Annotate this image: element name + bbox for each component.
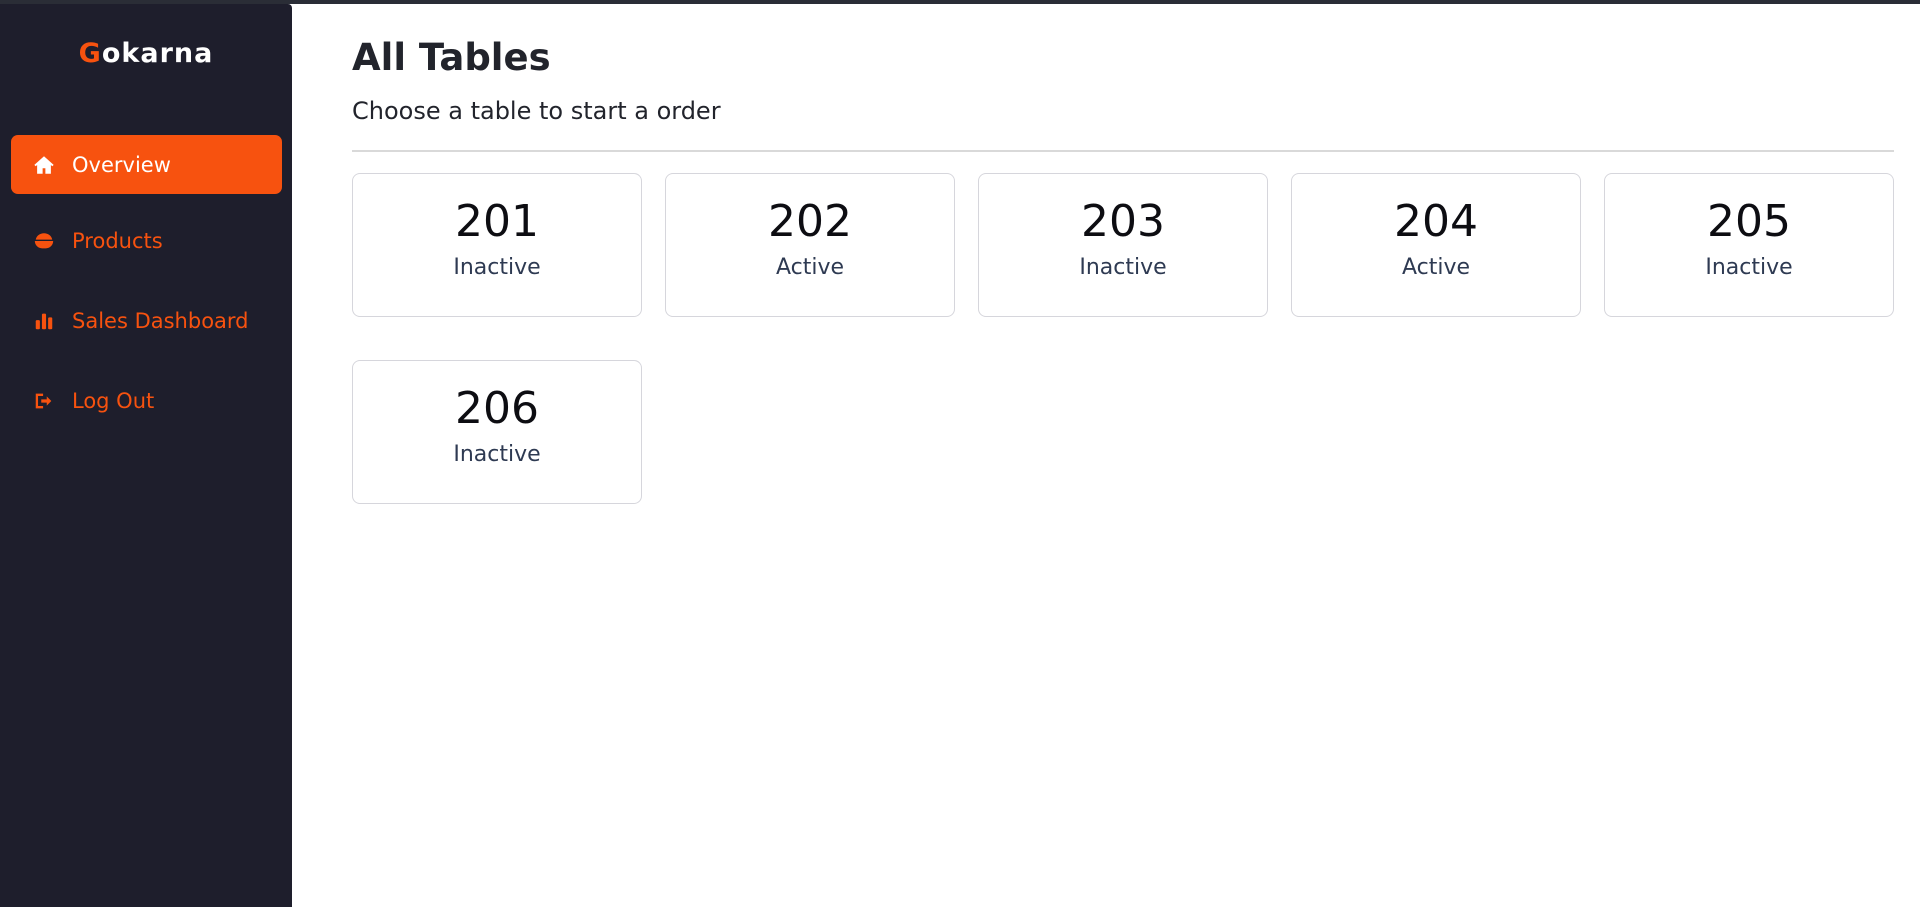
table-status: Inactive — [453, 442, 541, 467]
table-card[interactable]: 203 Inactive — [978, 173, 1268, 317]
sidebar-item-label: Products — [72, 228, 163, 253]
table-number: 203 — [1081, 196, 1165, 247]
table-status: Inactive — [453, 255, 541, 280]
divider — [352, 150, 1894, 152]
sidebar-item-log-out[interactable]: Log Out — [11, 371, 282, 430]
table-status: Inactive — [1079, 255, 1167, 280]
sidebar-item-sales-dashboard[interactable]: Sales Dashboard — [11, 291, 282, 350]
table-status: Active — [775, 255, 845, 280]
table-card[interactable]: 201 Inactive — [352, 173, 642, 317]
sidebar-item-products[interactable]: Products — [11, 211, 282, 270]
table-status: Inactive — [1705, 255, 1793, 280]
logout-icon — [32, 389, 56, 413]
table-card[interactable]: 204 Active — [1291, 173, 1581, 317]
table-card[interactable]: 205 Inactive — [1604, 173, 1894, 317]
table-number: 205 — [1707, 196, 1791, 247]
table-number: 202 — [768, 196, 852, 247]
table-status: Active — [1401, 255, 1471, 280]
bar-chart-icon — [32, 309, 56, 333]
table-number: 206 — [455, 383, 539, 434]
sidebar-item-overview[interactable]: Overview — [11, 135, 282, 194]
home-icon — [32, 153, 56, 177]
table-card[interactable]: 206 Inactive — [352, 360, 642, 504]
main-content: All Tables Choose a table to start a ord… — [352, 4, 1894, 907]
tables-grid: 201 Inactive 202 Active 203 Inactive 204… — [352, 173, 1894, 504]
sidebar-item-label: Sales Dashboard — [72, 308, 249, 333]
brand-logo-rest: okarna — [101, 38, 214, 69]
sidebar-item-label: Log Out — [72, 388, 155, 413]
table-number: 204 — [1394, 196, 1478, 247]
brand-logo-first-letter: G — [78, 38, 102, 69]
table-card[interactable]: 202 Active — [665, 173, 955, 317]
bowl-icon — [32, 229, 56, 253]
page-title: All Tables — [352, 36, 551, 79]
brand-logo[interactable]: Gokarna — [0, 38, 292, 69]
sidebar-item-label: Overview — [72, 152, 171, 177]
page-subtitle: Choose a table to start a order — [352, 97, 721, 125]
table-number: 201 — [455, 196, 539, 247]
sidebar: Gokarna Overview Products Sales Dashboar… — [0, 4, 292, 907]
